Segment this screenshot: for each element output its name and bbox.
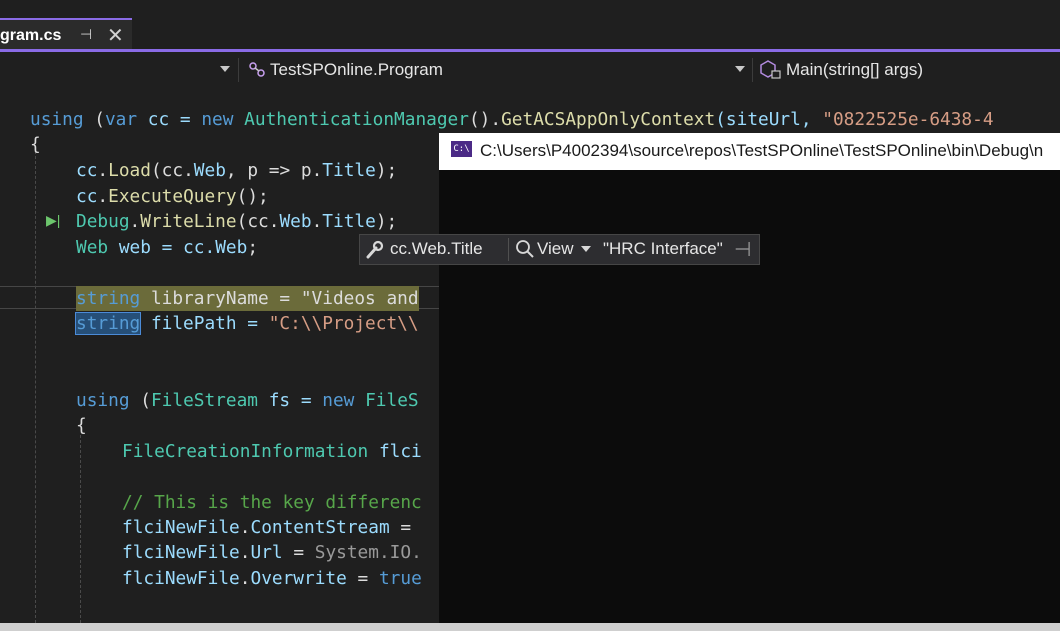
datatip-value[interactable]: "HRC Interface" <box>603 239 723 259</box>
method-label: Main(string[] args) <box>786 60 923 79</box>
run-to-click-icon[interactable]: ▶| <box>46 212 60 229</box>
close-icon[interactable]: ✕ <box>107 23 124 48</box>
wrench-icon <box>366 240 384 259</box>
tab-program-cs[interactable]: gram.cs ⊣ ✕ <box>0 18 132 50</box>
indent-guide <box>35 146 36 623</box>
datatip-view-button[interactable]: View <box>537 239 574 259</box>
method-dropdown[interactable]: Main(string[] args) <box>758 56 1060 84</box>
nav-divider <box>238 58 239 82</box>
code-line-4: cc.ExecuteQuery(); <box>76 186 269 207</box>
console-app-icon: C:\ <box>451 141 472 157</box>
code-line-3: cc.Load(cc.Web, p => p.Title); <box>76 160 398 181</box>
code-line-2: { <box>30 134 41 155</box>
code-line-14: FileCreationInformation flci <box>122 441 422 462</box>
indent-guide <box>80 435 81 623</box>
magnifier-icon <box>516 240 534 258</box>
chevron-down-icon <box>220 66 230 72</box>
code-line-9: string filePath = "C:\\Project\\ <box>74 312 419 335</box>
code-line-18: flciNewFile.Url = System.IO. <box>122 542 422 563</box>
chevron-down-icon <box>735 66 745 72</box>
debugger-datatip[interactable]: cc.Web.Title View "HRC Interface" ⊣ <box>359 234 760 265</box>
datatip-expression[interactable]: cc.Web.Title <box>390 239 483 259</box>
code-line-19: flciNewFile.Overwrite = true <box>122 568 422 589</box>
code-line-12: using (FileStream fs = new FileS <box>76 390 419 411</box>
code-line-13: { <box>76 415 87 436</box>
pin-icon[interactable]: ⊣ <box>80 26 92 43</box>
code-line-6: Web web = cc.Web; <box>76 237 259 258</box>
class-dropdown[interactable]: TestSPOnline.Program <box>244 56 750 84</box>
code-line-16: // This is the key differenc <box>122 492 422 513</box>
nav-divider <box>752 58 753 82</box>
console-title: C:\Users\P4002394\source\repos\TestSPOnl… <box>480 141 1044 160</box>
class-label: TestSPOnline.Program <box>270 60 443 79</box>
navigation-bar: TestSPOnline.Program Main(string[] args) <box>0 52 1060 88</box>
console-title-bar[interactable]: C:\ C:\Users\P4002394\source\repos\TestS… <box>439 133 1060 170</box>
horizontal-scrollbar[interactable] <box>0 623 1060 631</box>
project-dropdown[interactable] <box>0 56 236 84</box>
pin-icon[interactable]: ⊣ <box>734 237 751 262</box>
chevron-down-icon[interactable] <box>581 246 591 252</box>
console-window[interactable]: C:\ C:\Users\P4002394\source\repos\TestS… <box>439 133 1060 623</box>
class-icon <box>249 62 265 77</box>
datatip-divider <box>508 238 509 261</box>
document-tab-bar: gram.cs ⊣ ✕ <box>0 0 1060 52</box>
tab-label: gram.cs <box>0 27 62 44</box>
code-line-5: Debug.WriteLine(cc.Web.Title); <box>76 211 398 232</box>
code-line-8: string libraryName = "Videos and <box>76 286 419 311</box>
code-line-17: flciNewFile.ContentStream = <box>122 517 412 538</box>
code-line-1: using (var cc = new AuthenticationManage… <box>30 109 994 130</box>
method-icon <box>760 60 781 79</box>
